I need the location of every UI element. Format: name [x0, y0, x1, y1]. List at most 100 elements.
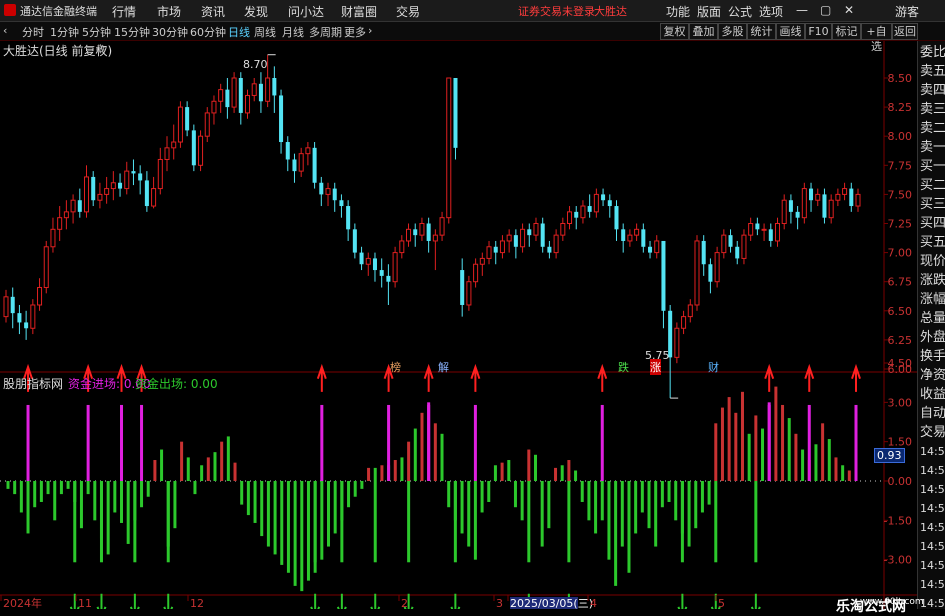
- side-panel-label: 14:56: [920, 521, 945, 534]
- capital-in-bar: [387, 404, 391, 481]
- indicator-bar: [473, 481, 477, 560]
- indicator-bar: [353, 481, 357, 497]
- indicator-bar: [186, 457, 190, 481]
- menu-item-shichang[interactable]: 市场: [157, 3, 181, 20]
- menu-item-jiaoyi[interactable]: 交易: [396, 3, 420, 20]
- indicator-bar: [847, 470, 851, 481]
- indicator-bar: [213, 452, 217, 481]
- period-tab-60min[interactable]: 60分钟: [190, 24, 226, 40]
- capital-in-bar: [320, 404, 324, 481]
- capital-in-bar: [600, 404, 604, 481]
- period-tab-multi[interactable]: 多周期: [309, 24, 342, 40]
- side-panel-label: 收益: [920, 387, 945, 402]
- menu-item-zixun[interactable]: 资讯: [201, 3, 225, 20]
- kline-chart[interactable]: 8.50 8.25 8.00 7.75 7.50 7.25 7.00 6.75 6.50 6.25…: [0, 41, 917, 609]
- indicator-bar: [46, 481, 50, 495]
- indicator-bar: [787, 418, 791, 481]
- overlay-button[interactable]: 叠加: [689, 23, 718, 40]
- indicator-bar: [567, 460, 571, 481]
- indicator-bar: [480, 481, 484, 513]
- candle-body-down: [701, 240, 706, 265]
- period-tab-15min[interactable]: 15分钟: [114, 24, 150, 40]
- indicator-bar: [547, 481, 551, 529]
- indicator-bar: [440, 433, 444, 481]
- period-tab-daily[interactable]: 日线: [228, 24, 250, 40]
- capital-in-bar: [427, 404, 431, 481]
- candle-body-up: [244, 94, 251, 114]
- event-marker-bang[interactable]: 榜: [390, 359, 401, 375]
- indicator-bar: [180, 441, 184, 481]
- candle-body-up: [211, 100, 217, 114]
- adjust-button[interactable]: 复权: [660, 23, 689, 40]
- indicator-bar: [594, 481, 598, 534]
- menu-item-wenxiaoda[interactable]: 问小达: [288, 3, 324, 20]
- indicator-bar: [527, 449, 531, 481]
- menu-item-hangqing[interactable]: 行情: [112, 3, 136, 20]
- more-chevron-icon[interactable]: ›: [368, 24, 372, 37]
- period-tab-5min[interactable]: 5分钟: [82, 24, 111, 40]
- menu-item-caifuquan[interactable]: 财富圈: [341, 3, 377, 20]
- period-tab-fenshi[interactable]: 分时: [22, 24, 44, 40]
- menu-item-faxian[interactable]: 发现: [244, 3, 268, 20]
- side-panel-label: 自动: [920, 406, 945, 421]
- candle-body-up: [499, 240, 505, 254]
- indicator-bar: [487, 481, 491, 502]
- menu-item-gongneng[interactable]: 功能: [666, 3, 690, 20]
- period-tab-weekly[interactable]: 周线: [254, 24, 276, 40]
- login-notice[interactable]: 证券交易未登录: [518, 3, 595, 19]
- multi-stock-button[interactable]: 多股: [718, 23, 747, 40]
- candle-body-down: [614, 206, 619, 230]
- candle-body-down: [312, 147, 317, 183]
- close-icon[interactable]: ✕: [844, 3, 854, 17]
- candle-body-down: [708, 264, 713, 282]
- stats-button[interactable]: 统计: [747, 23, 776, 40]
- indicator-bar: [93, 481, 97, 521]
- menu-item-gongshi[interactable]: 公式: [728, 3, 752, 20]
- draw-line-button[interactable]: 画线: [776, 23, 805, 40]
- f10-button[interactable]: F10: [805, 23, 832, 40]
- side-panel-label: 14:56: [920, 597, 945, 610]
- candle-body-down: [735, 246, 740, 259]
- guest-login[interactable]: 游客: [895, 3, 919, 20]
- side-panel-label: 委比: [920, 45, 945, 60]
- mark-button[interactable]: 标记: [832, 23, 861, 40]
- side-panel-label: 卖四: [920, 83, 945, 98]
- indicator-bar: [634, 481, 638, 534]
- menu-item-banmian[interactable]: 版面: [697, 3, 721, 20]
- candle-body-down: [379, 270, 384, 276]
- candle-body-down: [426, 223, 431, 241]
- indicator-bar: [827, 439, 831, 481]
- indicator-bar: [240, 481, 244, 505]
- candle-body-down: [540, 223, 545, 247]
- indicator-bar: [560, 465, 564, 481]
- capital-out-bar: [73, 481, 77, 563]
- period-tab-1min[interactable]: 1分钟: [50, 24, 79, 40]
- x-axis-label: 5: [718, 597, 725, 609]
- capital-out-bar: [313, 481, 317, 563]
- x-axis-label: 12: [190, 597, 204, 609]
- indicator-bar: [821, 423, 825, 481]
- restore-icon[interactable]: ▢: [820, 3, 831, 17]
- gear-icon[interactable]: ⚙: [95, 42, 106, 56]
- add-watchlist-button[interactable]: +自选: [861, 23, 892, 53]
- side-panel-label: 14:56: [920, 578, 945, 591]
- indicator-tick-label: 4.50: [888, 357, 913, 370]
- period-tab-more[interactable]: 更多: [344, 24, 366, 40]
- left-nav-icon[interactable]: ‹: [3, 24, 7, 37]
- event-marker-die[interactable]: 跌: [618, 359, 629, 375]
- candle-body-down: [118, 182, 123, 189]
- event-marker-zhang[interactable]: 涨: [650, 359, 661, 375]
- up-arrow-icon: [597, 363, 608, 392]
- side-panel-label: 净资: [920, 368, 945, 383]
- candle-body-down: [527, 229, 532, 236]
- menu-item-xuanxiang[interactable]: 选项: [759, 3, 783, 20]
- event-marker-jie[interactable]: 解: [438, 359, 449, 375]
- period-tab-monthly[interactable]: 月线: [282, 24, 304, 40]
- back-button[interactable]: 返回: [892, 23, 918, 40]
- indicator-tick-label: 3.00: [888, 396, 913, 409]
- indicator-bar: [540, 481, 544, 547]
- event-marker-cai[interactable]: 财: [708, 359, 719, 375]
- minimize-icon[interactable]: —: [796, 3, 808, 17]
- indicator-bar: [627, 481, 631, 573]
- period-tab-30min[interactable]: 30分钟: [152, 24, 188, 40]
